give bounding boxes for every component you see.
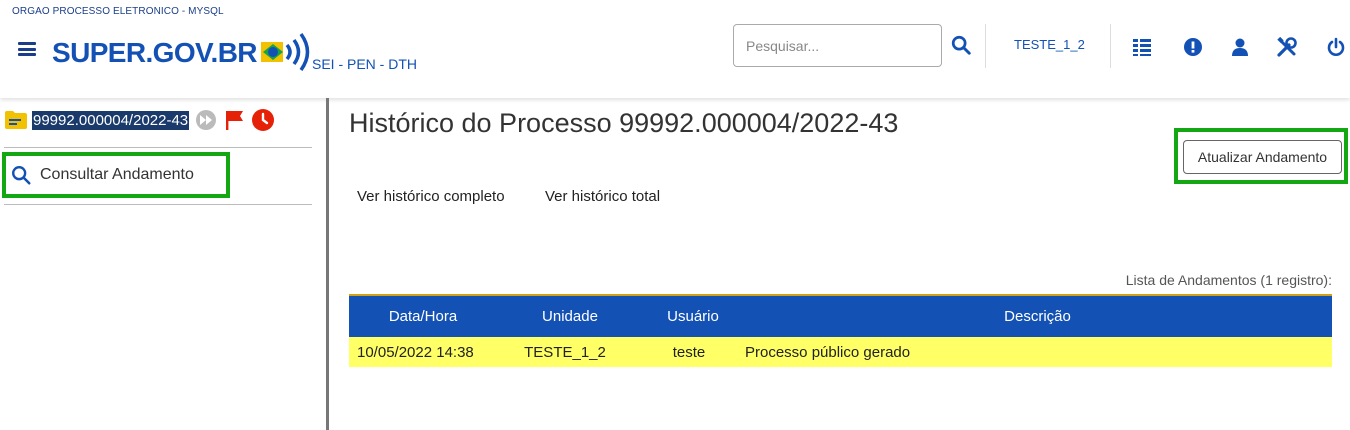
separator — [4, 204, 312, 205]
column-header-datetime[interactable]: Data/Hora — [349, 296, 497, 337]
consult-label: Consultar Andamento — [40, 166, 194, 183]
column-header-user[interactable]: Usuário — [643, 296, 743, 337]
cell-unit[interactable]: TESTE_1_2 — [497, 337, 643, 367]
column-header-unit[interactable]: Unidade — [497, 296, 643, 337]
header-divider — [1110, 24, 1111, 68]
tools-icon[interactable] — [1276, 36, 1298, 58]
table-row: 10/05/2022 14:38 TESTE_1_2 teste Process… — [349, 337, 1332, 367]
control-panel-icon[interactable] — [1131, 36, 1153, 58]
total-history-link[interactable]: Ver histórico total — [545, 188, 660, 205]
clock-icon[interactable] — [251, 108, 275, 132]
full-history-link[interactable]: Ver histórico completo — [357, 188, 505, 205]
panel-resizer[interactable] — [326, 98, 329, 430]
process-row: 99992.000004/2022-43 — [4, 108, 275, 132]
folder-icon — [5, 111, 27, 129]
cell-user[interactable]: teste — [643, 337, 743, 367]
power-icon[interactable] — [1325, 36, 1347, 58]
org-name: ORGAO PROCESSO ELETRONICO - MYSQL — [12, 6, 224, 17]
logo-mark-icon — [260, 32, 310, 72]
consult-progress-button[interactable]: Consultar Andamento — [2, 152, 230, 198]
process-number[interactable]: 99992.000004/2022-43 — [32, 110, 190, 130]
separator — [4, 147, 312, 148]
cell-description: Processo público gerado — [743, 337, 1332, 367]
table-caption: Lista de Andamentos (1 registro): — [1125, 272, 1332, 288]
header-divider — [985, 24, 986, 68]
top-header: ORGAO PROCESSO ELETRONICO - MYSQL SUPER.… — [0, 0, 1350, 98]
system-subtitle: SEI - PEN - DTH — [312, 56, 418, 72]
logo[interactable]: SUPER.GOV.BR — [52, 30, 319, 76]
unit-selector[interactable]: TESTE_1_2 — [1014, 37, 1085, 52]
cell-datetime: 10/05/2022 14:38 — [349, 337, 497, 367]
table-header-row: Data/Hora Unidade Usuário Descrição — [349, 296, 1332, 337]
process-tree-panel: 99992.000004/2022-43 Consultar Andamento — [0, 98, 326, 430]
page-title: Histórico do Processo 99992.000004/2022-… — [349, 108, 899, 138]
menu-icon[interactable] — [18, 42, 36, 56]
fast-forward-icon[interactable] — [195, 109, 217, 131]
flag-icon[interactable] — [223, 109, 245, 131]
update-progress-button[interactable]: Atualizar Andamento — [1183, 140, 1342, 174]
user-icon[interactable] — [1229, 36, 1251, 58]
progress-table: Data/Hora Unidade Usuário Descrição 10/0… — [349, 296, 1332, 367]
column-header-description[interactable]: Descrição — [743, 296, 1332, 337]
alert-icon[interactable] — [1182, 36, 1204, 58]
logo-text: SUPER.GOV.BR — [52, 37, 258, 68]
search-icon — [12, 166, 31, 185]
search-input[interactable] — [733, 24, 942, 67]
search-icon[interactable] — [950, 34, 972, 56]
